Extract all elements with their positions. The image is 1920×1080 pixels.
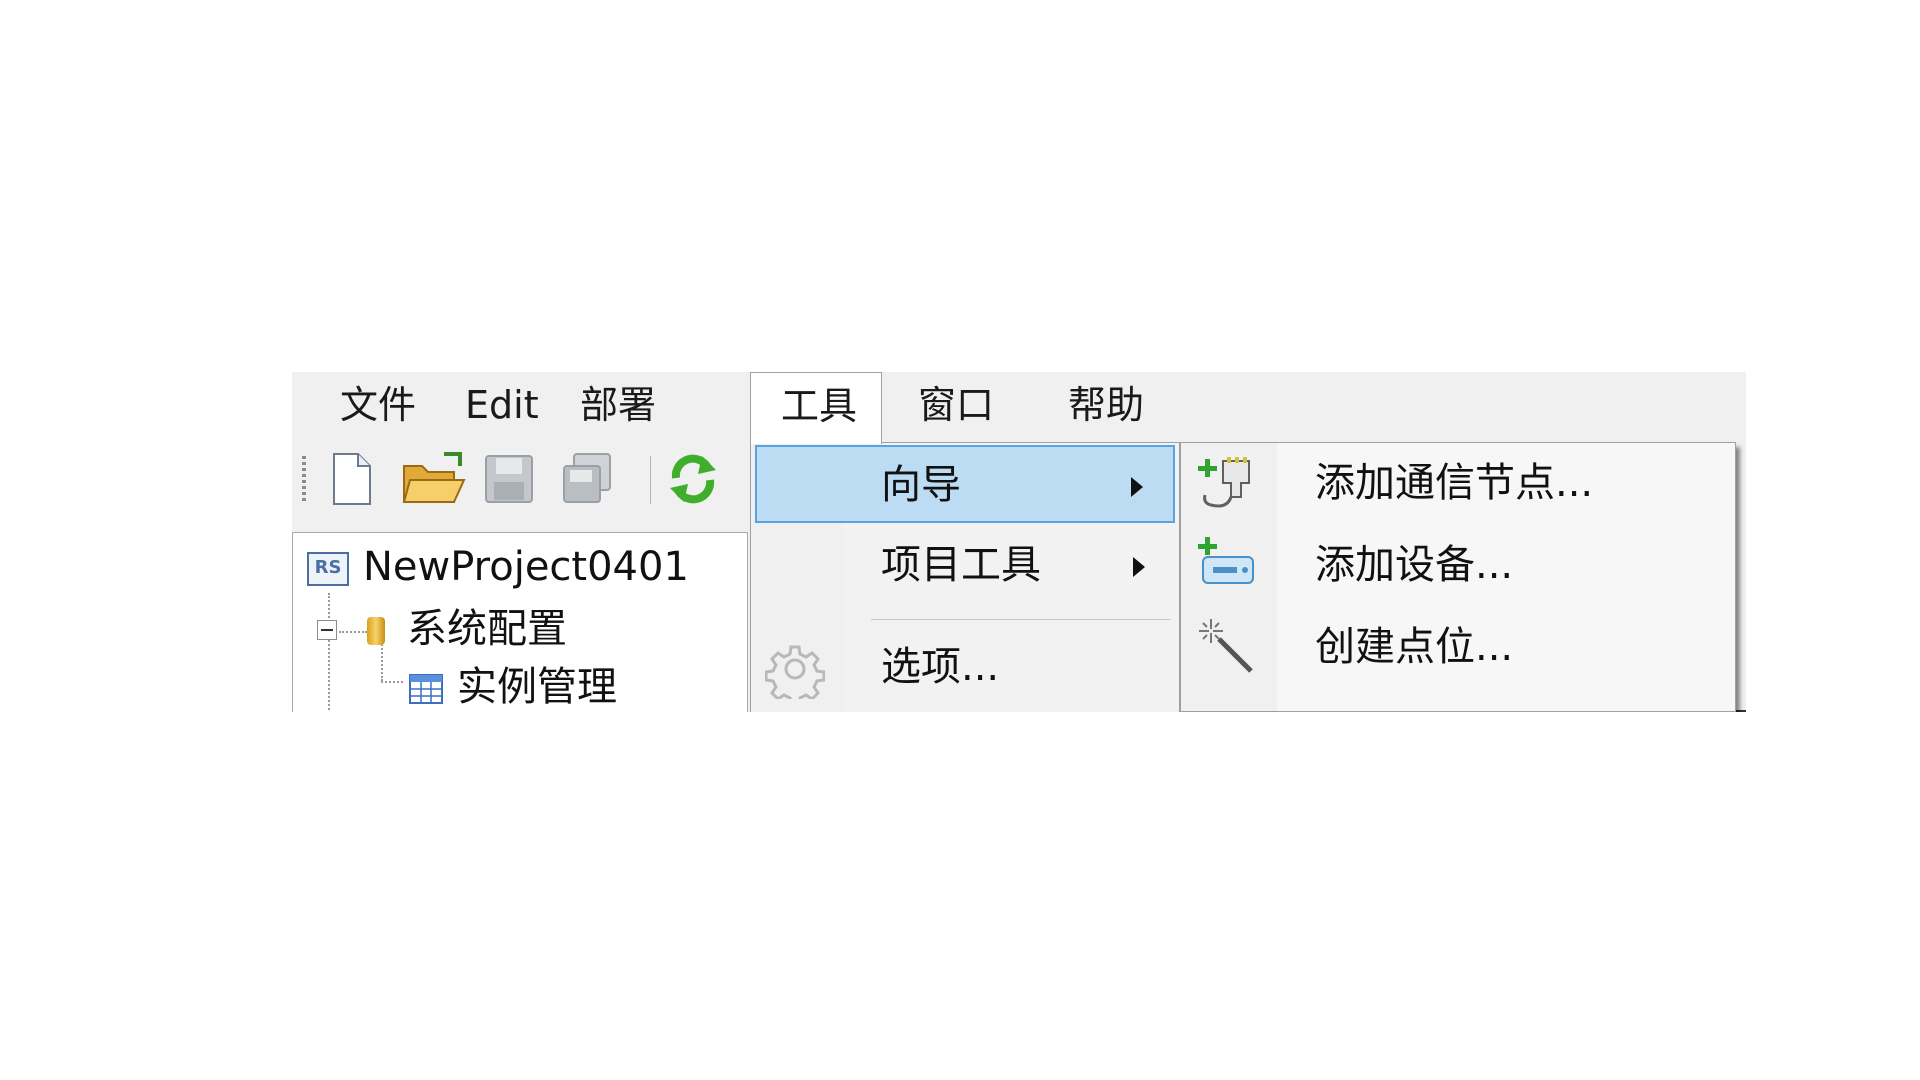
menu-item-project-tools[interactable]: 项目工具 [755,527,1175,605]
collapse-toggle-icon[interactable] [317,620,337,640]
new-file-icon[interactable] [322,450,380,508]
create-point-label: 创建点位... [1315,624,1514,670]
add-device-label: 添加设备... [1315,542,1514,588]
submenu-item-add-device[interactable]: 添加设备... [1181,525,1735,605]
menu-bar: 文件 Edit 部署 工具 窗口 帮助 [292,372,1746,444]
menu-item-wizard[interactable]: 向导 [755,445,1175,523]
table-grid-icon [409,674,443,704]
submenu-item-create-point[interactable]: 创建点位... [1181,607,1735,687]
menu-item-wizard-label: 向导 [881,462,961,508]
submenu-arrow-icon [1133,557,1145,577]
tree-connector [381,681,403,683]
database-icon [367,617,385,645]
menu-item-options-label: 选项... [881,644,1000,690]
menu-help[interactable]: 帮助 [1050,372,1162,442]
save-all-icon[interactable] [558,450,616,508]
rs-badge-icon: RS [307,552,349,586]
menu-separator [871,619,1171,620]
toolbar [292,442,752,517]
project-name: NewProject0401 [363,544,689,590]
magic-wand-icon [1199,619,1253,673]
add-device-icon [1198,537,1254,584]
menu-tools[interactable]: 工具 [750,372,882,444]
menu-deploy[interactable]: 部署 [562,372,674,442]
tools-dropdown-menu: 向导 项目工具 选项... [750,442,1180,712]
project-tree: RS NewProject0401 系统配置 实例管理 [292,532,748,712]
tree-item-instance-mgmt[interactable]: 实例管理 [409,659,617,712]
instance-mgmt-label: 实例管理 [457,664,617,710]
menu-window[interactable]: 窗口 [900,372,1012,442]
menu-item-project-tools-label: 项目工具 [881,542,1041,588]
save-icon[interactable] [480,450,538,508]
gear-icon [765,645,825,699]
system-config-label: 系统配置 [407,606,567,652]
submenu-item-add-comm-node[interactable]: 添加通信节点... [1181,443,1735,523]
toolbar-grip[interactable] [302,456,306,504]
refresh-icon[interactable] [664,450,722,508]
submenu-arrow-icon [1131,477,1143,497]
menu-item-options[interactable]: 选项... [755,629,1175,707]
app-window: 文件 Edit 部署 工具 窗口 帮助 RS NewProject0401 系统… [292,372,1746,712]
menu-file[interactable]: 文件 [322,372,434,442]
tree-item-project[interactable]: RS NewProject0401 [307,539,689,595]
add-comm-node-icon [1198,457,1250,508]
tree-item-system-config[interactable]: 系统配置 [367,601,567,657]
add-comm-node-label: 添加通信节点... [1315,460,1594,506]
tree-connector [339,631,367,633]
menu-edit[interactable]: Edit [447,372,557,442]
open-folder-icon[interactable] [400,450,470,508]
toolbar-separator [650,456,651,504]
wizard-submenu: 添加通信节点... 添加设备... 创建点位... [1180,442,1736,712]
tree-connector [328,593,330,712]
